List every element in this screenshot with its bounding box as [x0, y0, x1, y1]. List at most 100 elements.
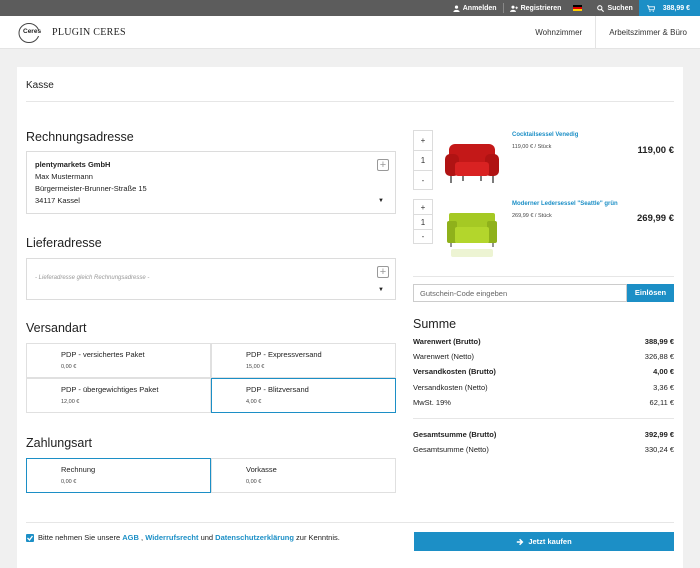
summary-value: 62,11 €	[649, 398, 674, 407]
summary-value: 388,99 €	[644, 337, 674, 346]
total-row: Gesamtsumme (Brutto) 392,99 €	[413, 430, 674, 439]
search-icon	[597, 4, 605, 12]
basket-item: + 1 - Moderner Ledersessel "Seattle" grü…	[413, 199, 674, 259]
shipping-option-blitz[interactable]: PDP - Blitzversand 4,00 €	[211, 378, 396, 413]
add-billing-address-icon[interactable]: +	[377, 159, 389, 171]
logo[interactable]: Ceres PLUGIN CERES	[18, 22, 126, 43]
payment-option-name: Rechnung	[61, 465, 96, 474]
shipping-heading: Versandart	[26, 321, 87, 335]
billing-address-select[interactable]: plentymarkets GmbH Max Mustermann Bürger…	[26, 151, 396, 214]
payment-heading: Zahlungsart	[26, 436, 93, 450]
total-label: Gesamtsumme (Netto)	[413, 445, 489, 454]
payment-option-invoice[interactable]: Rechnung 0,00 €	[26, 458, 211, 493]
quantity-value[interactable]: 1	[414, 215, 432, 230]
payment-option-price: 0,00 €	[246, 479, 262, 485]
armchair-red-image[interactable]	[443, 140, 501, 185]
shipping-option-price: 12,00 €	[61, 399, 80, 405]
shipping-option-name: PDP - versichertes Paket	[61, 350, 145, 359]
summary-label: Warenwert (Netto)	[413, 352, 474, 361]
summary-row: MwSt. 19% 62,11 €	[413, 398, 674, 407]
terms-checkbox[interactable]	[26, 533, 34, 542]
quantity-value[interactable]: 1	[414, 151, 432, 171]
terms-suffix: zur Kenntnis.	[296, 533, 340, 542]
total-value: 330,24 €	[644, 445, 674, 454]
product-name-link[interactable]: Cocktailsessel Venedig	[512, 132, 578, 138]
product-total: 269,99 €	[637, 213, 674, 224]
register-link[interactable]: Registrieren	[504, 0, 568, 16]
language-switch[interactable]	[567, 0, 591, 16]
coupon-input[interactable]: Gutschein-Code eingeben	[413, 284, 627, 302]
nav-item-arbeitszimmer[interactable]: Arbeitszimmer & Büro	[595, 16, 700, 49]
arrow-right-icon	[517, 538, 524, 545]
nav-item-wohnzimmer[interactable]: Wohnzimmer	[522, 16, 595, 49]
logo-text: PLUGIN CERES	[52, 26, 126, 38]
title-divider	[26, 101, 674, 102]
summary-label: Warenwert (Brutto)	[413, 337, 481, 346]
register-label: Registrieren	[520, 4, 562, 12]
billing-name: Max Mustermann	[35, 172, 93, 181]
shipping-option-name: PDP - übergewichtiges Paket	[61, 385, 159, 394]
increase-quantity-button[interactable]: +	[414, 131, 432, 151]
shipping-option-name: PDP - Expressversand	[246, 350, 322, 359]
buy-now-button[interactable]: Jetzt kaufen	[414, 532, 674, 551]
decrease-quantity-button[interactable]: -	[414, 230, 432, 243]
shipping-option-insured[interactable]: PDP - versichertes Paket 0,00 €	[26, 343, 211, 378]
login-link[interactable]: Anmelden	[447, 0, 503, 16]
search-link[interactable]: Suchen	[591, 0, 638, 16]
login-label: Anmelden	[462, 4, 497, 12]
page-title: Kasse	[26, 80, 54, 91]
summary-value: 4,00 €	[653, 367, 674, 376]
add-delivery-address-icon[interactable]: +	[377, 266, 389, 278]
logo-badge: Ceres	[23, 28, 42, 35]
shipping-option-overweight[interactable]: PDP - übergewichtiges Paket 12,00 €	[26, 378, 211, 413]
privacy-link[interactable]: Datenschutzerklärung	[215, 533, 294, 542]
delivery-heading: Lieferadresse	[26, 236, 102, 250]
product-name-link[interactable]: Moderner Ledersessel "Seattle" grün	[512, 201, 618, 207]
summary-row: Warenwert (Netto) 326,88 €	[413, 352, 674, 361]
delivery-address-select[interactable]: - Lieferadresse gleich Rechnungsadresse …	[26, 258, 396, 300]
basket-item: + 1 - Cocktailsessel Venedig 119,00 € / …	[413, 130, 674, 190]
summary-row: Versandkosten (Brutto) 4,00 €	[413, 367, 674, 376]
summary-divider	[413, 418, 674, 419]
armchair-green-image[interactable]	[445, 207, 499, 259]
user-plus-icon	[509, 5, 518, 12]
top-bar: Anmelden Registrieren Suchen 388,99 €	[0, 0, 700, 16]
withdrawal-link[interactable]: Widerrufsrecht	[145, 533, 198, 542]
payment-option-name: Vorkasse	[246, 465, 277, 474]
shipping-option-price: 15,00 €	[246, 364, 265, 370]
summary-value: 326,88 €	[644, 352, 674, 361]
shipping-option-name: PDP - Blitzversand	[246, 385, 309, 394]
summary-row: Versandkosten (Netto) 3,36 €	[413, 383, 674, 392]
summary-row: Warenwert (Brutto) 388,99 €	[413, 337, 674, 346]
agb-link[interactable]: AGB	[122, 533, 139, 542]
header: Ceres PLUGIN CERES Wohnzimmer Arbeitszim…	[0, 16, 700, 49]
caret-down-icon[interactable]: ▼	[378, 198, 384, 204]
shipping-option-price: 0,00 €	[61, 364, 77, 370]
summary-heading: Summe	[413, 317, 457, 331]
terms-prefix: Bitte nehmen Sie unsere	[38, 533, 121, 542]
shipping-option-express[interactable]: PDP - Expressversand 15,00 €	[211, 343, 396, 378]
billing-company: plentymarkets GmbH	[35, 160, 111, 169]
german-flag-icon	[573, 5, 583, 11]
total-value: 392,99 €	[644, 430, 674, 439]
delivery-placeholder: - Lieferadresse gleich Rechnungsadresse …	[35, 275, 150, 281]
total-row: Gesamtsumme (Netto) 330,24 €	[413, 445, 674, 454]
search-label: Suchen	[607, 4, 633, 12]
payment-option-price: 0,00 €	[61, 479, 77, 485]
redeem-coupon-button[interactable]: Einlösen	[627, 284, 674, 302]
checkmark-icon	[27, 535, 34, 541]
caret-down-icon[interactable]: ▼	[378, 287, 384, 293]
shipping-option-price: 4,00 €	[246, 399, 262, 405]
main-nav: Wohnzimmer Arbeitszimmer & Büro	[522, 16, 700, 49]
payment-option-prepayment[interactable]: Vorkasse 0,00 €	[211, 458, 396, 493]
summary-label: Versandkosten (Brutto)	[413, 367, 496, 376]
increase-quantity-button[interactable]: +	[414, 200, 432, 215]
summary-value: 3,36 €	[653, 383, 674, 392]
cart-button[interactable]: 388,99 €	[638, 0, 700, 16]
billing-city: 34117 Kassel	[35, 196, 80, 205]
decrease-quantity-button[interactable]: -	[414, 171, 432, 191]
cart-total: 388,99 €	[662, 4, 690, 12]
product-unit-price: 119,00 € / Stück	[512, 144, 552, 150]
basket-divider	[413, 276, 674, 277]
user-icon	[453, 4, 460, 12]
